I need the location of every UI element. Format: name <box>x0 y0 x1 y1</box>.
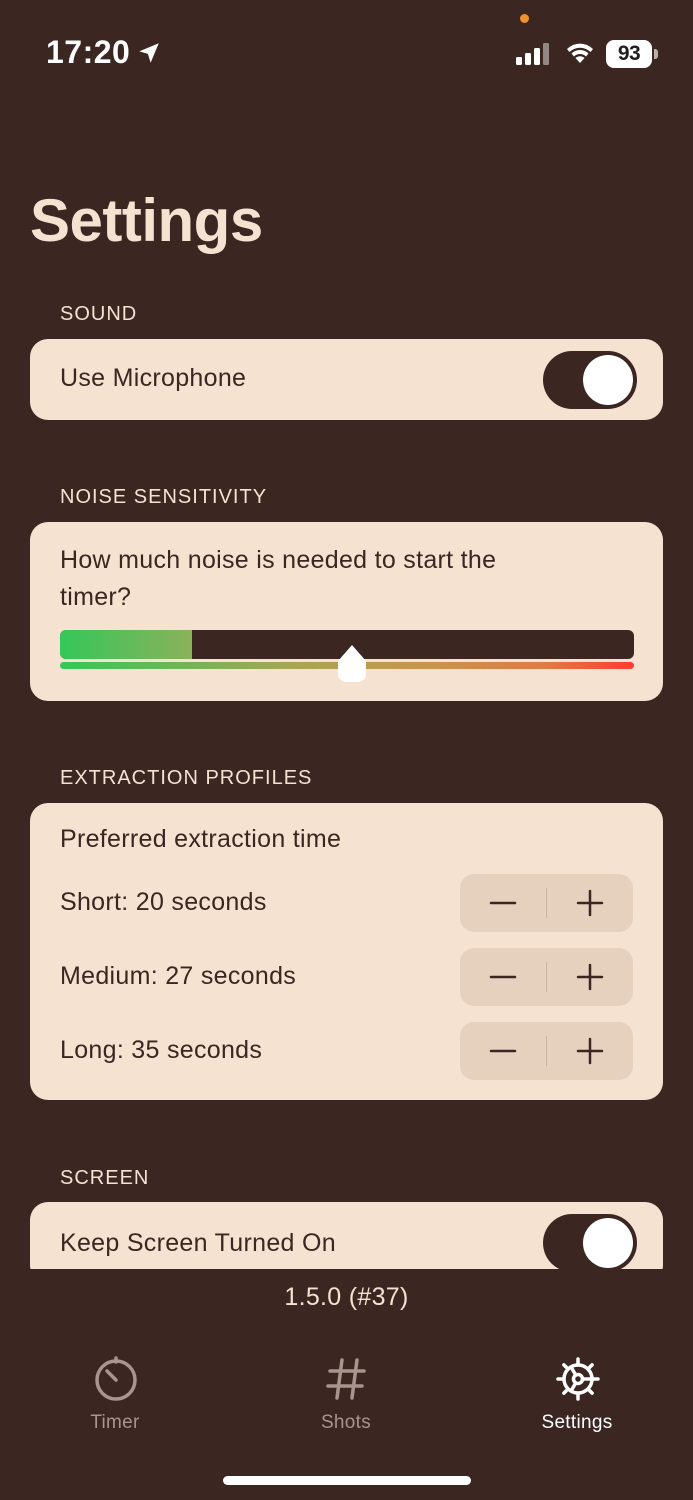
profile-short-stepper[interactable] <box>460 874 633 932</box>
status-bar: 17:20 93 <box>0 0 693 110</box>
profile-short-label: Short: 20 seconds <box>60 888 267 916</box>
minus-icon <box>489 901 517 905</box>
minus-icon <box>489 1049 517 1053</box>
section-header-screen: SCREEN <box>60 1167 150 1189</box>
noise-question: How much noise is needed to start the ti… <box>60 546 497 611</box>
wifi-icon <box>567 43 593 63</box>
section-header-noise-sensitivity: NOISE SENSITIVITY <box>60 486 268 508</box>
home-indicator[interactable] <box>223 1476 471 1485</box>
noise-level-fill <box>60 630 193 659</box>
profile-short-decrement-button[interactable] <box>460 874 546 932</box>
sensitivity-slider-thumb[interactable] <box>337 644 367 684</box>
card-extraction-profiles: Preferred extraction time Short: 20 seco… <box>30 803 663 1100</box>
tab-timer-label: Timer <box>90 1412 140 1433</box>
settings-scroll-area[interactable]: Settings SOUND Use Microphone NOISE SENS… <box>0 110 693 1269</box>
status-time: 17:20 <box>46 34 131 70</box>
tab-shots[interactable]: Shots <box>276 1350 416 1440</box>
profile-long-increment-button[interactable] <box>547 1022 633 1080</box>
section-header-sound: SOUND <box>60 303 138 325</box>
battery-level: 93 <box>617 42 641 65</box>
location-arrow-icon <box>139 43 159 63</box>
plus-icon <box>576 1037 604 1065</box>
tab-bar: Timer Shots Settings <box>0 1350 693 1440</box>
profile-long-decrement-button[interactable] <box>460 1022 546 1080</box>
page-title: Settings <box>30 187 263 254</box>
card-screen: Keep Screen Turned On <box>30 1202 663 1269</box>
tab-timer[interactable]: Timer <box>45 1350 185 1440</box>
battery-icon: 93 <box>606 40 658 68</box>
battery-body: 93 <box>606 40 652 68</box>
keep-screen-on-toggle[interactable] <box>543 1214 637 1269</box>
keep-screen-on-label: Keep Screen Turned On <box>60 1229 336 1257</box>
card-noise-sensitivity: How much noise is needed to start the ti… <box>30 522 663 701</box>
gear-icon <box>556 1357 600 1401</box>
card-sound: Use Microphone <box>30 339 663 420</box>
profile-short-increment-button[interactable] <box>547 874 633 932</box>
tab-settings[interactable]: Settings <box>507 1350 647 1440</box>
profile-long-label: Long: 35 seconds <box>60 1036 263 1064</box>
minus-icon <box>489 975 517 979</box>
use-microphone-toggle[interactable] <box>543 351 637 409</box>
profile-medium-increment-button[interactable] <box>547 948 633 1006</box>
profile-medium-label: Medium: 27 seconds <box>60 962 297 990</box>
privacy-indicator-dot <box>520 14 529 23</box>
plus-icon <box>576 889 604 917</box>
battery-tip <box>654 49 658 59</box>
toggle-knob <box>583 1218 633 1268</box>
tab-settings-label: Settings <box>541 1412 613 1433</box>
plus-icon <box>576 963 604 991</box>
cellular-signal-icon <box>516 43 549 65</box>
section-header-extraction-profiles: EXTRACTION PROFILES <box>60 767 313 789</box>
hash-icon <box>326 1358 366 1400</box>
profile-medium-stepper[interactable] <box>460 948 633 1006</box>
timer-icon <box>95 1356 137 1401</box>
toggle-knob <box>583 355 633 405</box>
profile-long-stepper[interactable] <box>460 1022 633 1080</box>
use-microphone-label: Use Microphone <box>60 364 247 392</box>
app-version: 1.5.0 (#37) <box>284 1283 409 1311</box>
tab-shots-label: Shots <box>320 1412 372 1433</box>
profile-medium-decrement-button[interactable] <box>460 948 546 1006</box>
extraction-subtitle: Preferred extraction time <box>60 825 342 853</box>
